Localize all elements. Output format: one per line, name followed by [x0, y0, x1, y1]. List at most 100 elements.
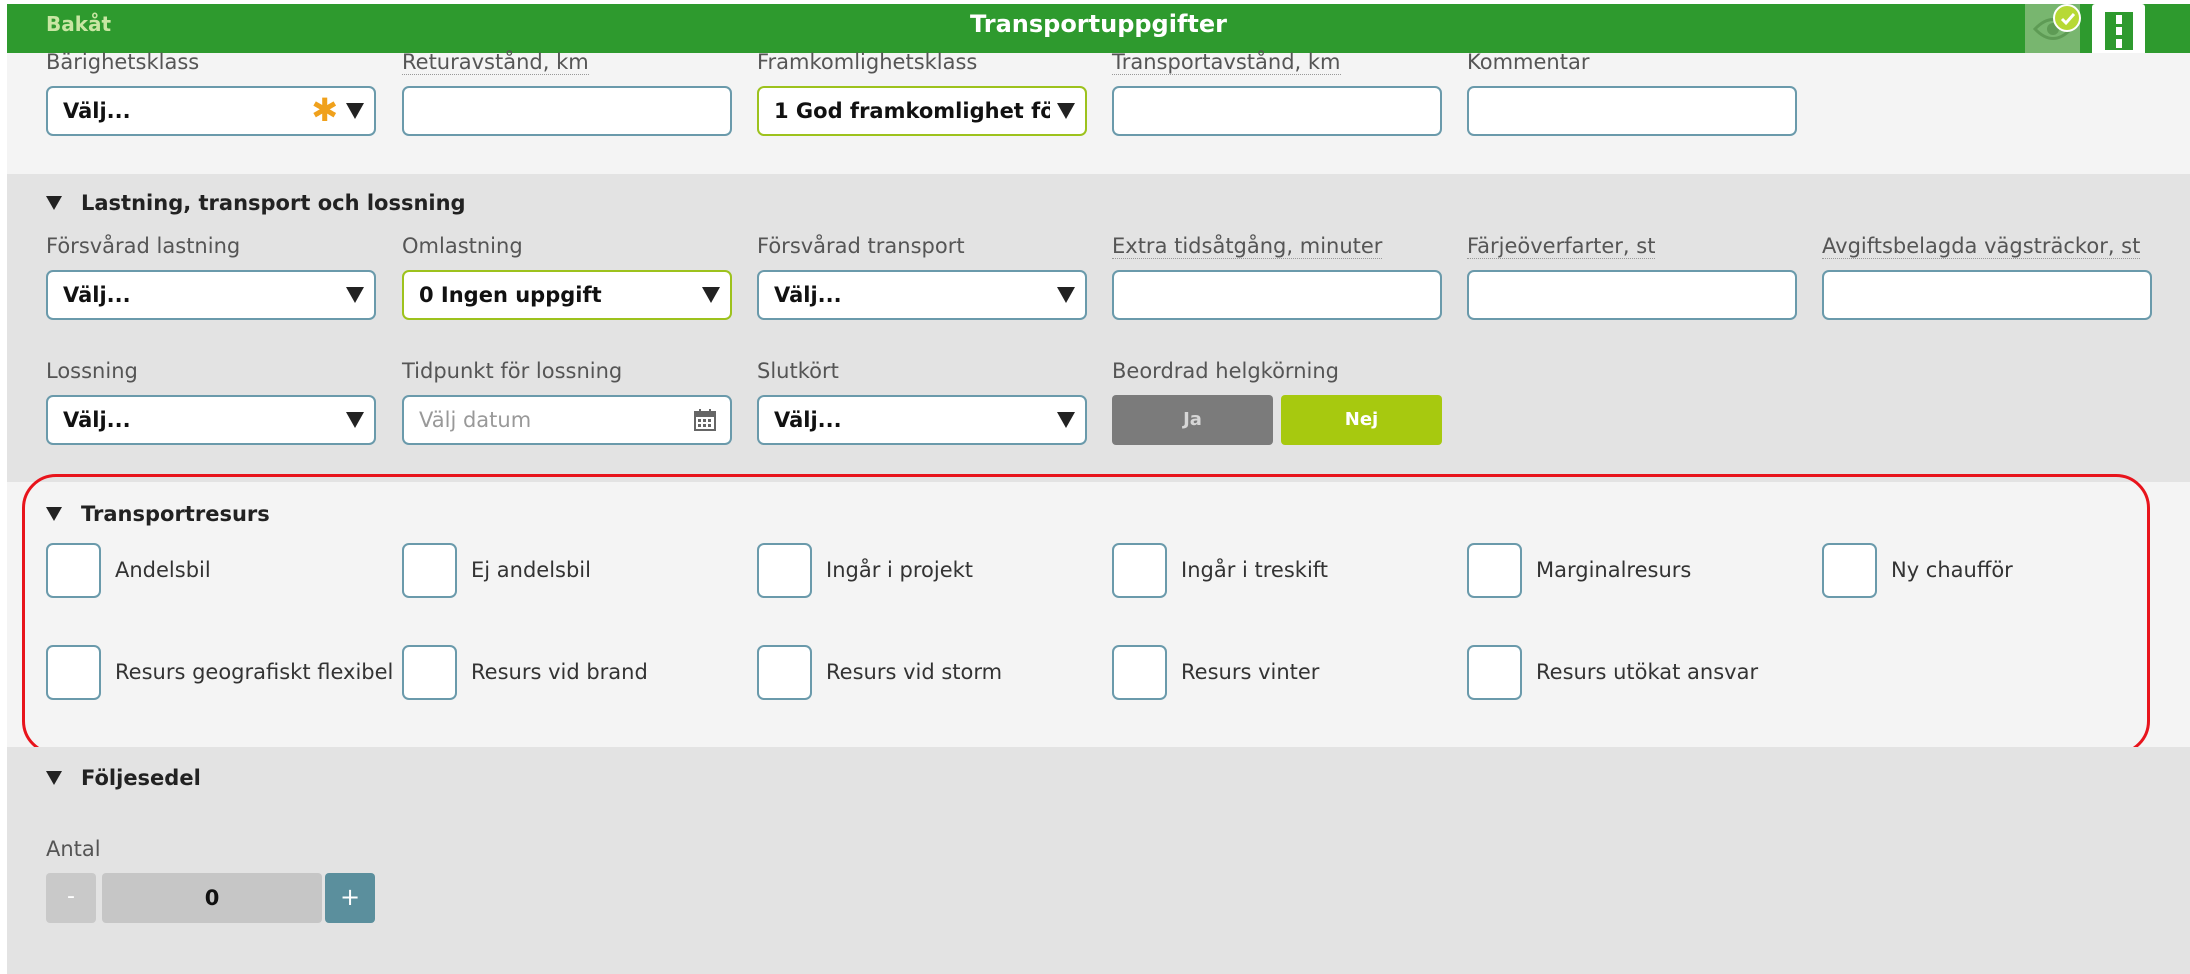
chevron-down-icon [346, 103, 364, 119]
checkbox-resurs-vid-storm[interactable]: Resurs vid storm [757, 645, 1097, 701]
checkbox-box[interactable] [1467, 645, 1522, 700]
kommentar-input[interactable] [1467, 86, 1797, 136]
forsvarad-transport-select[interactable]: Välj... [757, 270, 1087, 320]
tidpunkt-lossning-datepicker[interactable]: Välj datum [402, 395, 732, 445]
calendar-icon[interactable] [694, 409, 716, 431]
field-label: Slutkört [757, 359, 839, 383]
road-icon [2105, 12, 2133, 50]
field-label: Transportavstånd, km [1112, 50, 1341, 75]
select-value: Välj... [774, 408, 842, 432]
checkbox-box[interactable] [1112, 543, 1167, 598]
collapse-triangle-icon[interactable] [46, 507, 62, 521]
chevron-down-icon [346, 287, 364, 303]
checkbox-label: Andelsbil [115, 558, 211, 582]
road-button[interactable] [2092, 4, 2145, 57]
returavstand-input[interactable] [402, 86, 732, 136]
checkbox-ej-andelsbil[interactable]: Ej andelsbil [402, 543, 742, 599]
select-value: 1 God framkomlighet för la [774, 99, 1050, 123]
field-label: Lossning [46, 359, 138, 383]
section-title[interactable]: Följesedel [81, 766, 201, 790]
toggle-yes-button[interactable]: Ja [1112, 395, 1273, 445]
basic-fields-section: Bärighetsklass Välj... ✱ Returavstånd, k… [7, 50, 2190, 174]
field-label: Avgiftsbelagda vägsträckor, st [1822, 234, 2141, 259]
checkbox-box[interactable] [1822, 543, 1877, 598]
resource-section: Transportresurs Andelsbil Ej andelsbil I… [7, 482, 2190, 747]
checkbox-box[interactable] [46, 543, 101, 598]
checkbox-label: Marginalresurs [1536, 558, 1692, 582]
section-title[interactable]: Transportresurs [81, 502, 270, 526]
checkbox-label: Resurs geografiskt flexibel [115, 660, 394, 684]
forsvarad-lastning-select[interactable]: Välj... [46, 270, 376, 320]
section-title[interactable]: Lastning, transport och lossning [81, 191, 466, 215]
chevron-down-icon [1057, 103, 1075, 119]
chevron-down-icon [1057, 287, 1075, 303]
farjeoverfarter-input[interactable] [1467, 270, 1797, 320]
field-label: Kommentar [1467, 50, 1590, 74]
lossning-select[interactable]: Välj... [46, 395, 376, 445]
checkbox-label: Ny chaufför [1891, 558, 2013, 582]
checkbox-box[interactable] [402, 543, 457, 598]
framkomlighetsklass-select[interactable]: 1 God framkomlighet för la [757, 86, 1087, 136]
select-value: Välj... [63, 99, 131, 123]
field-label: Omlastning [402, 234, 523, 258]
checkbox-label: Resurs vinter [1181, 660, 1320, 684]
extra-tidsatgang-input[interactable] [1112, 270, 1442, 320]
field-label: Färjeöverfarter, st [1467, 234, 1656, 259]
barighetsklass-select[interactable]: Välj... ✱ [46, 86, 376, 136]
checkbox-label: Resurs vid storm [826, 660, 1003, 684]
checkbox-label: Ingår i projekt [826, 558, 974, 582]
checkbox-ny-chauffor[interactable]: Ny chaufför [1822, 543, 2162, 599]
loading-section: Lastning, transport och lossning Försvår… [7, 174, 2190, 482]
checkbox-box[interactable] [757, 645, 812, 700]
omlastning-select[interactable]: 0 Ingen uppgift [402, 270, 732, 320]
chevron-down-icon [702, 287, 720, 303]
field-label: Tidpunkt för lossning [402, 359, 623, 383]
avgiftsbelagda-input[interactable] [1822, 270, 2152, 320]
collapse-triangle-icon[interactable] [46, 196, 62, 210]
chevron-down-icon [1057, 412, 1075, 428]
app-root: Bakåt Transportuppgifter Bärighetsklass [0, 0, 2190, 974]
checkbox-marginalresurs[interactable]: Marginalresurs [1467, 543, 1807, 599]
slutkort-select[interactable]: Välj... [757, 395, 1087, 445]
date-placeholder: Välj datum [419, 408, 532, 432]
checkbox-resurs-utokat-ansvar[interactable]: Resurs utökat ansvar [1467, 645, 1807, 701]
check-badge [2053, 4, 2081, 32]
top-bar: Bakåt Transportuppgifter [7, 4, 2190, 57]
checkbox-box[interactable] [46, 645, 101, 700]
field-label: Extra tidsåtgång, minuter [1112, 234, 1383, 259]
field-label: Framkomlighetsklass [757, 50, 978, 74]
checkbox-resurs-vid-brand[interactable]: Resurs vid brand [402, 645, 742, 701]
checkbox-box[interactable] [402, 645, 457, 700]
chevron-down-icon [346, 412, 364, 428]
count-value[interactable]: 0 [102, 873, 322, 923]
checkbox-label: Resurs utökat ansvar [1536, 660, 1759, 684]
checkbox-andelsbil[interactable]: Andelsbil [46, 543, 386, 599]
field-label: Bärighetsklass [46, 50, 200, 74]
select-value: Välj... [774, 283, 842, 307]
required-star-icon: ✱ [311, 91, 338, 129]
checkbox-resurs-vinter[interactable]: Resurs vinter [1112, 645, 1452, 701]
checkbox-box[interactable] [757, 543, 812, 598]
checkbox-box[interactable] [1467, 543, 1522, 598]
increment-button[interactable]: + [325, 873, 375, 923]
decrement-button[interactable]: - [46, 873, 96, 923]
select-value: Välj... [63, 408, 131, 432]
waybill-section: Följesedel Antal - 0 + [7, 747, 2190, 974]
checkbox-box[interactable] [1112, 645, 1167, 700]
field-label: Försvårad transport [757, 234, 965, 258]
page-title: Transportuppgifter [970, 10, 1227, 38]
transportavstand-input[interactable] [1112, 86, 1442, 136]
checkbox-label: Ej andelsbil [471, 558, 591, 582]
count-label: Antal [46, 837, 101, 861]
check-icon [2060, 13, 2076, 26]
select-value: Välj... [63, 283, 131, 307]
select-value: 0 Ingen uppgift [419, 283, 602, 307]
checkbox-ingar-i-projekt[interactable]: Ingår i projekt [757, 543, 1097, 599]
collapse-triangle-icon[interactable] [46, 771, 62, 785]
checkbox-resurs-geografiskt-flexibel[interactable]: Resurs geografiskt flexibel [46, 645, 393, 701]
checkbox-ingar-i-treskift[interactable]: Ingår i treskift [1112, 543, 1452, 599]
checkbox-label: Ingår i treskift [1181, 558, 1329, 582]
checkbox-label: Resurs vid brand [471, 660, 648, 684]
field-label: Beordrad helgkörning [1112, 359, 1339, 383]
toggle-no-button[interactable]: Nej [1281, 395, 1442, 445]
